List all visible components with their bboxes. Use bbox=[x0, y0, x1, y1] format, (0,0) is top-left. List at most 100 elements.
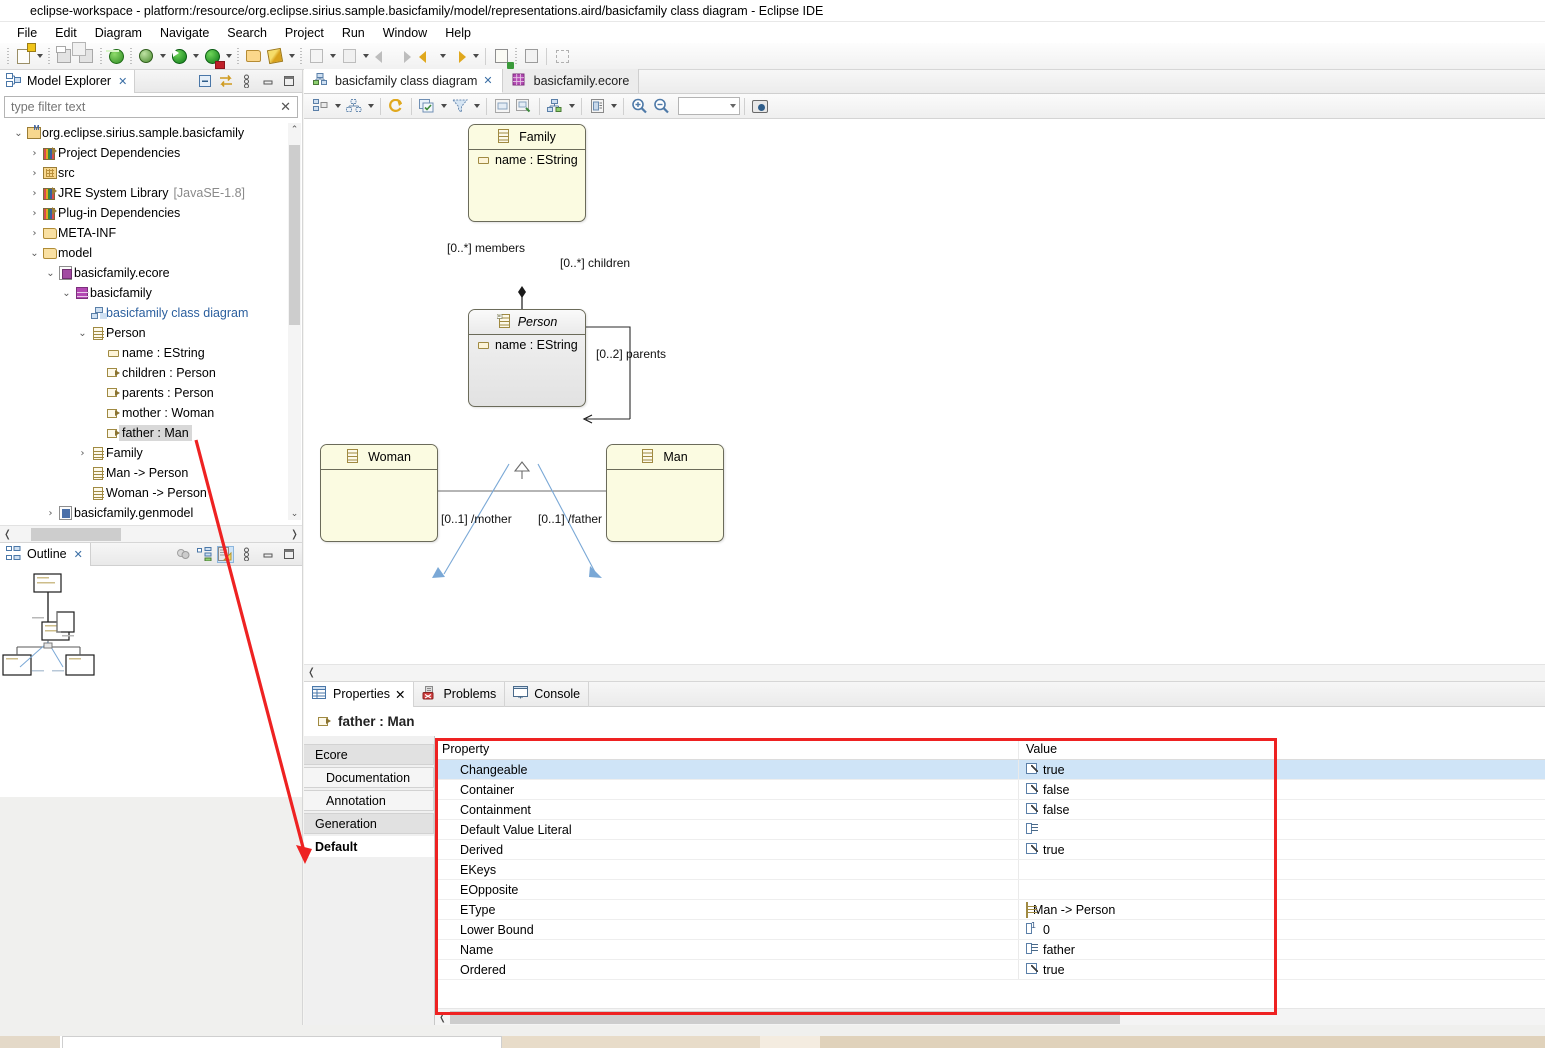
debug-chevron-down-icon[interactable] bbox=[157, 45, 168, 67]
layers-chevron-down-icon[interactable] bbox=[438, 95, 449, 117]
build-chevron-down-icon[interactable] bbox=[286, 45, 297, 67]
property-name-cell[interactable]: Ordered bbox=[435, 960, 1018, 979]
tree-item-children-person[interactable]: children : Person bbox=[4, 363, 288, 383]
table-row[interactable]: Name father bbox=[435, 940, 1545, 960]
tab-properties[interactable]: Properties ✕ bbox=[304, 681, 415, 707]
edge-label-parents[interactable]: [0..2] parents bbox=[596, 347, 666, 361]
tree-item-basicfamily-class-diagram[interactable]: basicfamily class diagram bbox=[4, 303, 288, 323]
table-row[interactable]: EOpposite bbox=[435, 880, 1545, 900]
close-icon[interactable]: ✕ bbox=[118, 75, 127, 88]
taskbar-active-window[interactable] bbox=[62, 1036, 502, 1048]
overview-mode-icon[interactable] bbox=[217, 545, 234, 563]
chevron-right-icon[interactable]: › bbox=[76, 448, 89, 459]
chevron-down-icon[interactable]: ⌄ bbox=[60, 288, 73, 299]
tree-item-family[interactable]: › Family bbox=[4, 443, 288, 463]
layers-icon[interactable] bbox=[416, 95, 438, 117]
property-name-cell[interactable]: Container bbox=[435, 780, 1018, 799]
property-name-cell[interactable]: Containment bbox=[435, 800, 1018, 819]
tree-item-src[interactable]: › src bbox=[4, 163, 288, 183]
overview-icon[interactable] bbox=[175, 546, 192, 563]
table-row[interactable]: Derived true bbox=[435, 840, 1545, 860]
scroll-left-icon[interactable]: ❬ bbox=[0, 529, 15, 540]
next-annotation-icon[interactable] bbox=[305, 45, 327, 67]
maximize-icon[interactable] bbox=[280, 73, 297, 90]
tree-item-basicfamily-genmodel[interactable]: › basicfamily.genmodel bbox=[4, 503, 288, 520]
refresh-icon[interactable] bbox=[385, 95, 407, 117]
zoom-in-icon[interactable] bbox=[628, 95, 650, 117]
tree-item-name-estring[interactable]: name : EString bbox=[4, 343, 288, 363]
hide-elements-icon[interactable] bbox=[586, 95, 608, 117]
arrange-chevron-down-icon[interactable] bbox=[365, 95, 376, 117]
last-edit-icon[interactable] bbox=[415, 45, 437, 67]
property-name-cell[interactable]: EType bbox=[435, 900, 1018, 919]
property-value-cell[interactable] bbox=[1018, 860, 1545, 879]
tree-item-org-eclipse-sirius-sample-basicfamily[interactable]: ⌄ org.eclipse.sirius.sample.basicfamily bbox=[4, 123, 288, 143]
table-row[interactable]: Changeable true bbox=[435, 760, 1545, 780]
tab-basicfamily-ecore[interactable]: basicfamily.ecore bbox=[502, 69, 640, 93]
edge-label-mother[interactable]: [0..1] /mother bbox=[441, 512, 512, 526]
hscroll-track[interactable] bbox=[15, 527, 287, 541]
scroll-left-icon[interactable]: ❬ bbox=[435, 1012, 450, 1023]
camera-icon[interactable] bbox=[749, 95, 771, 117]
scroll-left-icon[interactable]: ❬ bbox=[304, 667, 319, 678]
filter-icon[interactable] bbox=[449, 95, 471, 117]
marquee-icon[interactable] bbox=[551, 45, 573, 67]
outline-thumbnail[interactable] bbox=[0, 567, 302, 797]
run-green-icon[interactable] bbox=[168, 45, 190, 67]
property-value-cell[interactable]: true bbox=[1018, 760, 1545, 779]
new-editor-icon[interactable] bbox=[490, 45, 512, 67]
prev-annotation-chevron-down-icon[interactable] bbox=[360, 45, 371, 67]
forward-arrow-icon[interactable] bbox=[393, 45, 415, 67]
property-name-cell[interactable]: Default Value Literal bbox=[435, 820, 1018, 839]
table-row[interactable]: Containment false bbox=[435, 800, 1545, 820]
property-name-cell[interactable]: Name bbox=[435, 940, 1018, 959]
table-row[interactable]: EType Man -> Person bbox=[435, 900, 1545, 920]
menu-item-project[interactable]: Project bbox=[276, 24, 333, 42]
property-value-cell[interactable] bbox=[1018, 880, 1545, 899]
chevron-right-icon[interactable]: › bbox=[44, 508, 57, 519]
property-value-cell[interactable]: true bbox=[1018, 840, 1545, 859]
table-row[interactable]: Container false bbox=[435, 780, 1545, 800]
properties-tab-ecore[interactable]: Ecore bbox=[304, 744, 434, 765]
table-row[interactable]: Ordered true bbox=[435, 960, 1545, 980]
zoom-out-icon[interactable] bbox=[650, 95, 672, 117]
tree-item-mother-woman[interactable]: mother : Woman bbox=[4, 403, 288, 423]
pin-icon[interactable] bbox=[520, 45, 542, 67]
property-value-cell[interactable]: false bbox=[1018, 780, 1545, 799]
tab-outline[interactable]: Outline ✕ bbox=[0, 542, 91, 566]
column-header-value[interactable]: Value bbox=[1018, 738, 1545, 759]
property-value-cell[interactable]: 0 bbox=[1018, 920, 1545, 939]
close-icon[interactable]: ✕ bbox=[74, 548, 83, 561]
property-name-cell[interactable]: Derived bbox=[435, 840, 1018, 859]
forward-history-icon[interactable] bbox=[448, 45, 470, 67]
property-name-cell[interactable]: Lower Bound bbox=[435, 920, 1018, 939]
model-tree-vscrollbar[interactable]: ⌃ ⌄ bbox=[288, 123, 301, 520]
scroll-down-icon[interactable]: ⌄ bbox=[288, 507, 301, 520]
link-editor-icon[interactable] bbox=[217, 73, 234, 90]
model-tree-hscrollbar[interactable]: ❬ ❭ bbox=[0, 525, 302, 542]
chevron-down-icon[interactable]: ⌄ bbox=[44, 268, 57, 279]
menu-item-file[interactable]: File bbox=[8, 24, 46, 42]
view-menu-icon[interactable] bbox=[238, 546, 255, 563]
chevron-right-icon[interactable]: › bbox=[28, 148, 41, 159]
pin-chevron-down-icon[interactable] bbox=[566, 95, 577, 117]
chevron-down-icon[interactable]: ⌄ bbox=[12, 128, 25, 139]
scroll-thumb[interactable] bbox=[289, 145, 300, 325]
hide-chevron-down-icon[interactable] bbox=[608, 95, 619, 117]
chevron-down-icon[interactable]: ⌄ bbox=[76, 328, 89, 339]
properties-tab-annotation[interactable]: Annotation bbox=[304, 790, 434, 811]
menu-item-window[interactable]: Window bbox=[374, 24, 436, 42]
maximize-icon[interactable] bbox=[280, 546, 297, 563]
table-row[interactable]: EKeys bbox=[435, 860, 1545, 880]
table-row[interactable]: Default Value Literal bbox=[435, 820, 1545, 840]
back-arrow-icon[interactable] bbox=[371, 45, 393, 67]
property-name-cell[interactable]: EKeys bbox=[435, 860, 1018, 879]
arrange-all-icon[interactable] bbox=[343, 95, 365, 117]
table-row[interactable]: Lower Bound 0 bbox=[435, 920, 1545, 940]
zoom-level-combobox[interactable] bbox=[678, 97, 740, 115]
property-value-cell[interactable]: father bbox=[1018, 940, 1545, 959]
tree-item-basicfamily[interactable]: ⌄ basicfamily bbox=[4, 283, 288, 303]
hscroll-thumb[interactable] bbox=[450, 1010, 1120, 1024]
tab-basicfamily-class-diagram[interactable]: basicfamily class diagram ✕ bbox=[304, 69, 503, 93]
menu-item-navigate[interactable]: Navigate bbox=[151, 24, 218, 42]
